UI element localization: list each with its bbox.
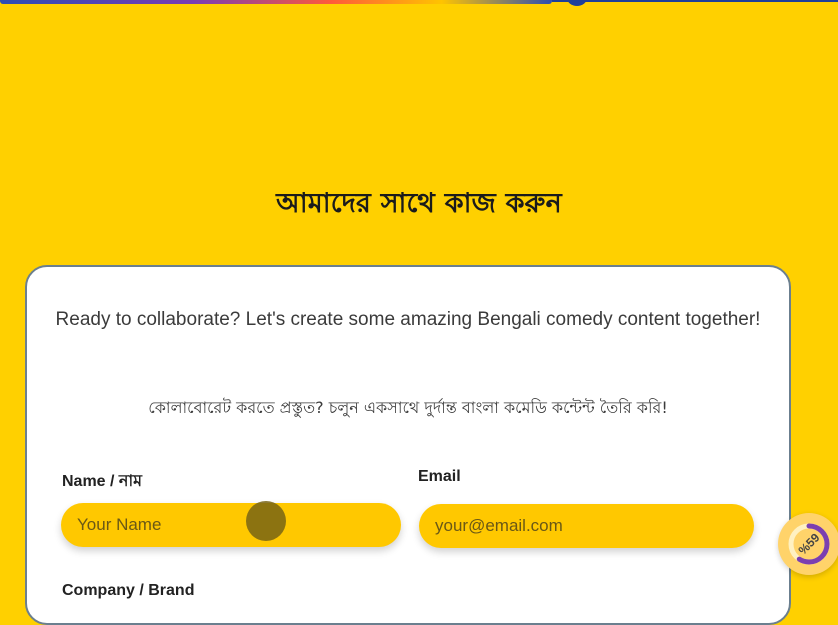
section-title: আমাদের সাথে কাজ করুন — [276, 188, 562, 219]
top-gradient-bar — [0, 0, 552, 4]
scroll-progress-button[interactable]: %59 — [778, 513, 838, 575]
email-field-label: Email — [418, 468, 461, 485]
company-field-label: Company / Brand — [62, 582, 195, 599]
name-input[interactable] — [61, 503, 401, 547]
scroll-indicator-dot — [567, 0, 587, 6]
email-input[interactable] — [419, 504, 754, 548]
cursor-indicator — [246, 501, 286, 541]
intro-text-bengali: কোলাবোরেট করতে প্রস্তুত? চলুন একসাথে দুর… — [148, 398, 668, 417]
intro-text-english: Ready to collaborate? Let's create some … — [55, 309, 761, 330]
name-field-label: Name / নাম — [62, 473, 142, 490]
top-blue-line — [552, 0, 838, 2]
top-accent-strip — [0, 0, 838, 8]
